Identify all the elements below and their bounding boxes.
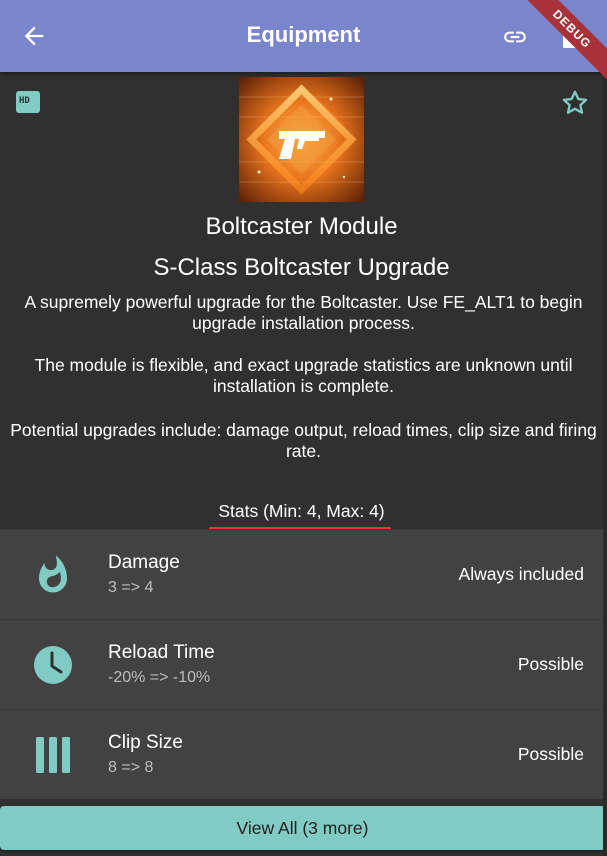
stat-row-reload-time[interactable]: Reload Time -20% => -10% Possible	[0, 619, 603, 709]
stats-heading: Stats (Min: 4, Max: 4)	[218, 501, 385, 521]
stat-value: -20% => -10%	[108, 669, 211, 686]
view-all-button[interactable]: View All (3 more)	[0, 806, 605, 850]
clip-bars-icon	[36, 737, 70, 773]
stat-label: Clip Size	[108, 732, 183, 753]
stat-status: Always included	[458, 564, 584, 584]
item-name: Boltcaster Module	[205, 213, 398, 240]
flame-icon	[39, 555, 67, 593]
pistol-icon	[239, 77, 364, 202]
app-bar: Equipment	[0, 0, 607, 72]
item-description-2: The module is flexible, and exact upgrad…	[34, 355, 573, 396]
stat-value: 3 => 4	[108, 579, 154, 596]
stat-status: Possible	[517, 744, 584, 764]
hd-badge-label: HD	[19, 96, 30, 106]
item-description-3: Potential upgrades include: damage outpu…	[10, 420, 597, 461]
item-image	[239, 77, 364, 202]
star-outline-icon[interactable]	[561, 89, 589, 117]
hd-badge: HD	[16, 91, 40, 113]
stat-status: Possible	[517, 654, 584, 674]
item-subtitle: S-Class Boltcaster Upgrade	[153, 254, 450, 281]
clock-icon	[34, 646, 72, 684]
scroll-edge	[603, 72, 607, 856]
item-description-1: A supremely powerful upgrade for the Bol…	[24, 292, 583, 333]
stat-row-clip-size[interactable]: Clip Size 8 => 8 Possible	[0, 709, 603, 799]
stat-row-damage[interactable]: Damage 3 => 4 Always included	[0, 529, 603, 619]
link-icon[interactable]	[499, 24, 531, 50]
stat-label: Reload Time	[108, 642, 215, 663]
stat-label: Damage	[108, 552, 180, 573]
stat-value: 8 => 8	[108, 759, 154, 776]
